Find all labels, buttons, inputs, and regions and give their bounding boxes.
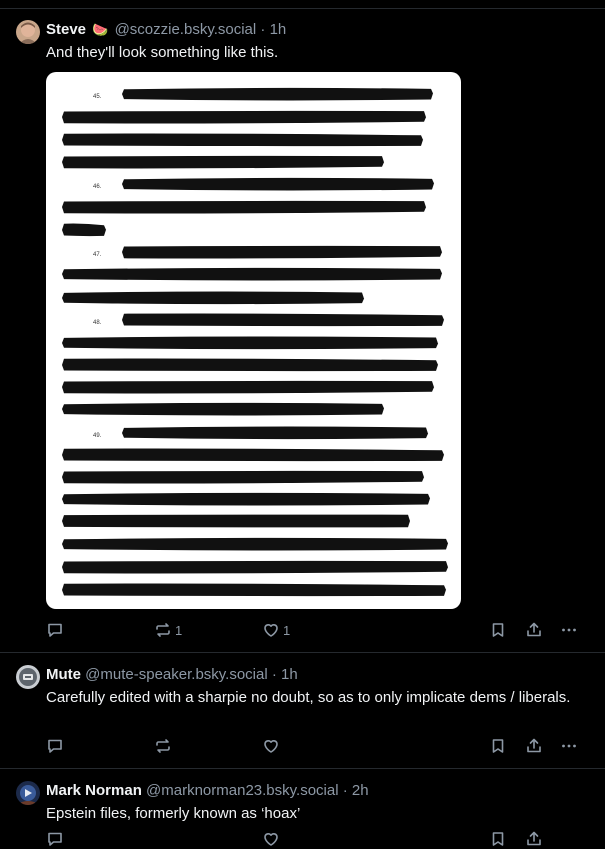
share-button[interactable] [525,736,543,756]
redaction-bar [62,470,424,484]
more-options-button[interactable] [560,736,578,756]
post-text: And they'll look something like this. [46,44,279,61]
post-text: Epstein files, formerly known as ‘hoax’ [46,805,301,822]
bookmark-button[interactable] [489,620,507,640]
redaction-bar [62,583,446,597]
post-image[interactable]: 45. 46. 47. 48. 49. [46,72,461,609]
like-button[interactable] [262,736,280,756]
post-actions: 1 1 [46,620,586,640]
share-button[interactable] [525,829,543,849]
redaction-bar [62,267,442,281]
redaction-bar [62,380,434,394]
reply-button[interactable] [46,620,64,640]
bookmark-button[interactable] [489,829,507,849]
avatar[interactable] [16,20,40,44]
redaction-bar [62,402,384,416]
redaction-bar [62,336,438,350]
reply-button[interactable] [46,829,64,849]
more-options-button[interactable] [560,620,578,640]
post-time[interactable]: · 1h [272,666,298,683]
redaction-bar [62,537,448,551]
avatar[interactable] [16,665,40,689]
redaction-bar [62,133,423,147]
post-mark-norman[interactable]: Mark Norman @marknorman23.bsky.social · … [0,769,605,846]
reply-icon [48,832,62,846]
redaction-bar [122,245,442,259]
share-icon [527,738,541,753]
like-button[interactable] [262,829,280,849]
bookmark-icon [492,739,504,753]
redaction-bar [62,492,430,506]
watermelon-emoji: 🍉 [92,22,109,37]
post-steve[interactable]: Steve 🍉 @scozzie.bsky.social · 1h And th… [0,0,605,652]
like-count: 1 [283,622,291,638]
redaction-bar [62,448,444,462]
repost-icon [156,739,170,753]
post-text: Carefully edited with a sharpie no doubt… [46,689,571,706]
reply-icon [48,739,62,753]
post-time[interactable]: · 1h [260,21,286,38]
author-name[interactable]: Mark Norman [46,782,142,799]
redaction-bar [122,177,434,191]
author-name[interactable]: Mute [46,666,81,683]
post-header: Steve 🍉 @scozzie.bsky.social · 1h [46,20,286,40]
redaction-bar [62,110,426,124]
redaction-bar [122,313,444,327]
repost-button[interactable]: 1 [154,620,182,640]
redaction-bar [62,560,448,574]
post-mute[interactable]: Mute @mute-speaker.bsky.social · 1h Care… [0,653,605,768]
post-header: Mark Norman @marknorman23.bsky.social · … [46,781,369,801]
more-icon [562,628,576,632]
post-actions [46,829,586,849]
post-actions [46,736,586,756]
bookmark-icon [492,832,504,846]
like-icon [264,624,278,637]
paragraph-number: 45. [93,94,102,100]
paragraph-number: 49. [93,433,102,439]
like-icon [264,740,278,753]
paragraph-number: 48. [93,320,102,326]
redaction-bar [62,223,106,237]
redaction-bar [62,291,364,305]
redaction-bar [62,200,426,214]
repost-icon [156,623,170,637]
author-handle[interactable]: @mute-speaker.bsky.social [85,666,268,683]
paragraph-number: 46. [93,184,102,190]
share-button[interactable] [525,620,543,640]
like-icon [264,833,278,846]
share-icon [527,831,541,846]
more-icon [562,744,576,748]
paragraph-number: 47. [93,252,102,258]
post-header: Mute @mute-speaker.bsky.social · 1h [46,665,298,685]
share-icon [527,622,541,637]
redaction-bar [62,155,384,169]
reply-button[interactable] [46,736,64,756]
redaction-bar [62,514,410,528]
bookmark-icon [492,623,504,637]
repost-count: 1 [175,622,183,638]
reply-icon [48,623,62,637]
post-time[interactable]: · 2h [343,782,369,799]
bookmark-button[interactable] [489,736,507,756]
like-button[interactable]: 1 [262,620,290,640]
author-handle[interactable]: @scozzie.bsky.social [115,21,257,38]
author-name[interactable]: Steve [46,21,86,38]
redaction-bar [122,426,428,440]
repost-button[interactable] [154,736,172,756]
redaction-bar [62,358,438,372]
avatar[interactable] [16,781,40,805]
redacted-document: 45. 46. 47. 48. 49. [62,87,448,597]
redaction-bar [122,87,433,101]
author-handle[interactable]: @marknorman23.bsky.social [146,782,339,799]
